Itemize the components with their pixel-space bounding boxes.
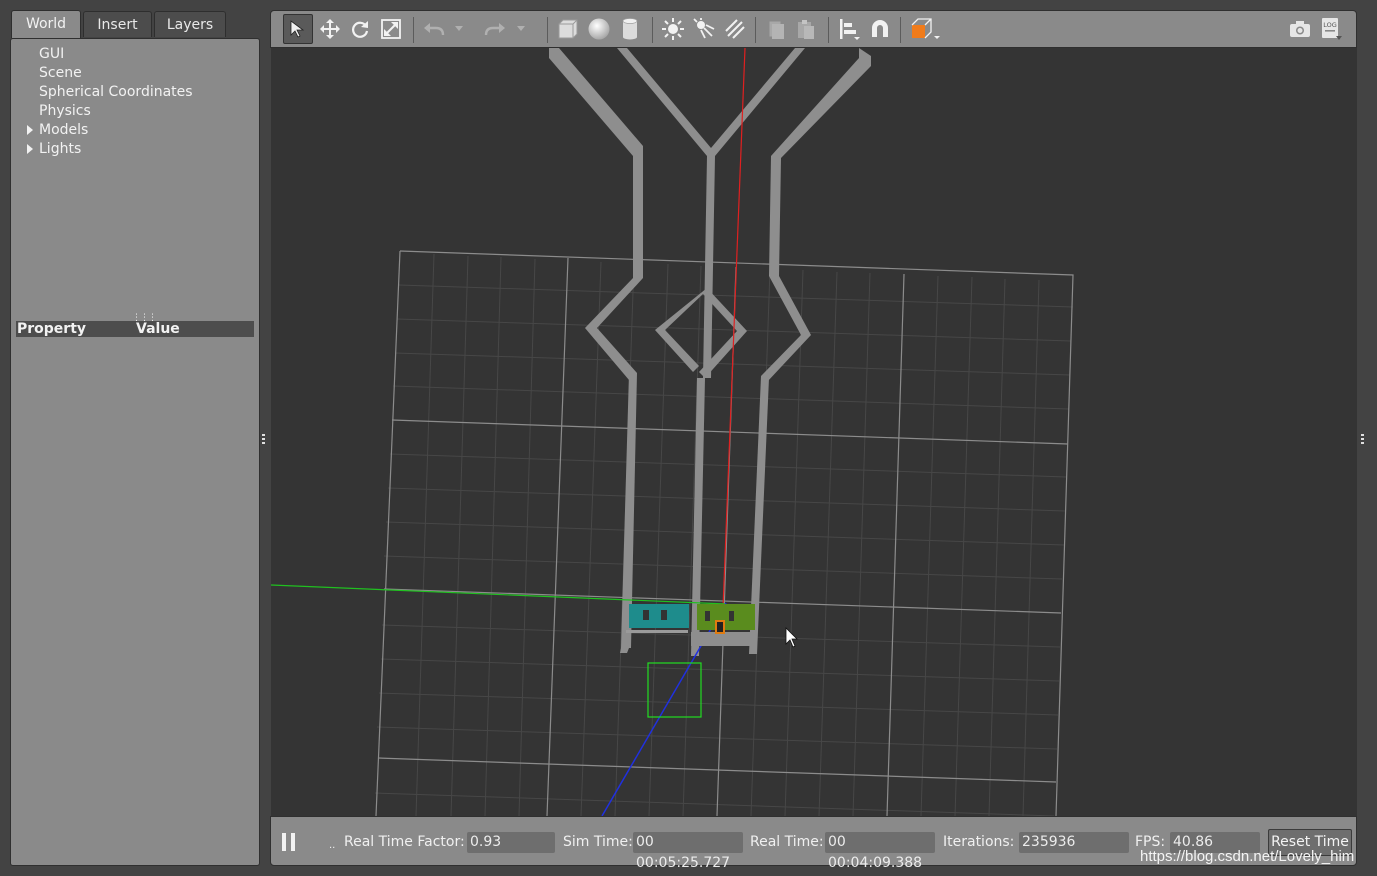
- paste-icon[interactable]: [793, 16, 819, 42]
- fine-grid: [374, 253, 1074, 816]
- toolbar-separator: [900, 17, 901, 43]
- world-panel: GUI Scene Spherical Coordinates Physics …: [10, 38, 260, 866]
- toolbar-separator: [547, 17, 548, 43]
- right-panel-collapse-handle-icon[interactable]: [1361, 434, 1365, 444]
- view-angle-icon[interactable]: [908, 16, 942, 42]
- value-column-header: Value: [136, 321, 180, 337]
- tab-world[interactable]: World: [11, 10, 81, 38]
- expand-arrow-icon[interactable]: [27, 144, 33, 154]
- property-column-header: Property: [17, 321, 87, 337]
- tree-item-physics[interactable]: Physics: [39, 102, 91, 120]
- spot-light-icon[interactable]: [691, 16, 717, 42]
- iterations-label: Iterations:: [943, 834, 1015, 850]
- y-axis-line: [271, 584, 727, 605]
- watermark-text: https://blog.csdn.net/Lovely_him: [1140, 848, 1355, 865]
- point-light-icon[interactable]: [660, 16, 686, 42]
- toolbar-separator: [828, 17, 829, 43]
- screenshot-camera-icon[interactable]: [1287, 16, 1313, 42]
- real-time-factor-label: Real Time Factor:: [344, 834, 465, 850]
- tab-layers[interactable]: Layers: [154, 11, 226, 37]
- left-panel-collapse-handle-icon[interactable]: [262, 434, 266, 444]
- expand-arrow-icon[interactable]: [27, 125, 33, 135]
- copy-icon[interactable]: [763, 16, 789, 42]
- sim-time-value: 00 00:05:25.727: [633, 832, 743, 871]
- undo-icon[interactable]: [421, 16, 447, 42]
- tree-item-lights[interactable]: Lights: [39, 140, 81, 158]
- iterations-value: 235936: [1019, 832, 1129, 853]
- directional-light-icon[interactable]: [722, 16, 748, 42]
- 3d-scene-viewport[interactable]: [271, 48, 1357, 816]
- scene-canvas: [271, 48, 1074, 816]
- undo-dropdown-icon[interactable]: [453, 16, 465, 42]
- scale-icon[interactable]: [378, 16, 404, 42]
- main-toolbar: LOG: [270, 10, 1357, 48]
- toolbar-separator: [413, 17, 414, 43]
- sphere-icon[interactable]: [586, 16, 612, 42]
- redo-icon[interactable]: [482, 16, 508, 42]
- step-indicator[interactable]: ..: [329, 840, 335, 851]
- robot-blocks: [626, 604, 757, 646]
- cylinder-icon[interactable]: [617, 16, 643, 42]
- rotate-icon[interactable]: [347, 16, 373, 42]
- snap-magnet-icon[interactable]: [867, 16, 893, 42]
- real-time-factor-value: 0.93: [467, 832, 555, 853]
- select-arrow-icon[interactable]: [283, 14, 313, 44]
- translate-icon[interactable]: [317, 16, 343, 42]
- property-table-header: Property Value: [16, 321, 254, 337]
- toolbar-separator: [652, 17, 653, 43]
- real-time-value: 00 00:04:09.388: [825, 832, 935, 871]
- tree-item-models[interactable]: Models: [39, 121, 88, 139]
- tree-item-scene[interactable]: Scene: [39, 64, 82, 82]
- tree-item-gui[interactable]: GUI: [39, 45, 64, 63]
- toolbar-separator: [755, 17, 756, 43]
- log-record-icon[interactable]: LOG: [1318, 16, 1344, 42]
- tree-item-spherical-coordinates[interactable]: Spherical Coordinates: [39, 83, 193, 101]
- tab-insert[interactable]: Insert: [83, 11, 152, 37]
- box-icon[interactable]: [555, 16, 581, 42]
- log-icon-label: LOG: [1323, 21, 1337, 29]
- align-icon[interactable]: [836, 16, 862, 42]
- pause-icon[interactable]: [281, 833, 297, 851]
- sim-time-label: Sim Time:: [563, 834, 633, 850]
- real-time-label: Real Time:: [750, 834, 824, 850]
- redo-dropdown-icon[interactable]: [515, 16, 527, 42]
